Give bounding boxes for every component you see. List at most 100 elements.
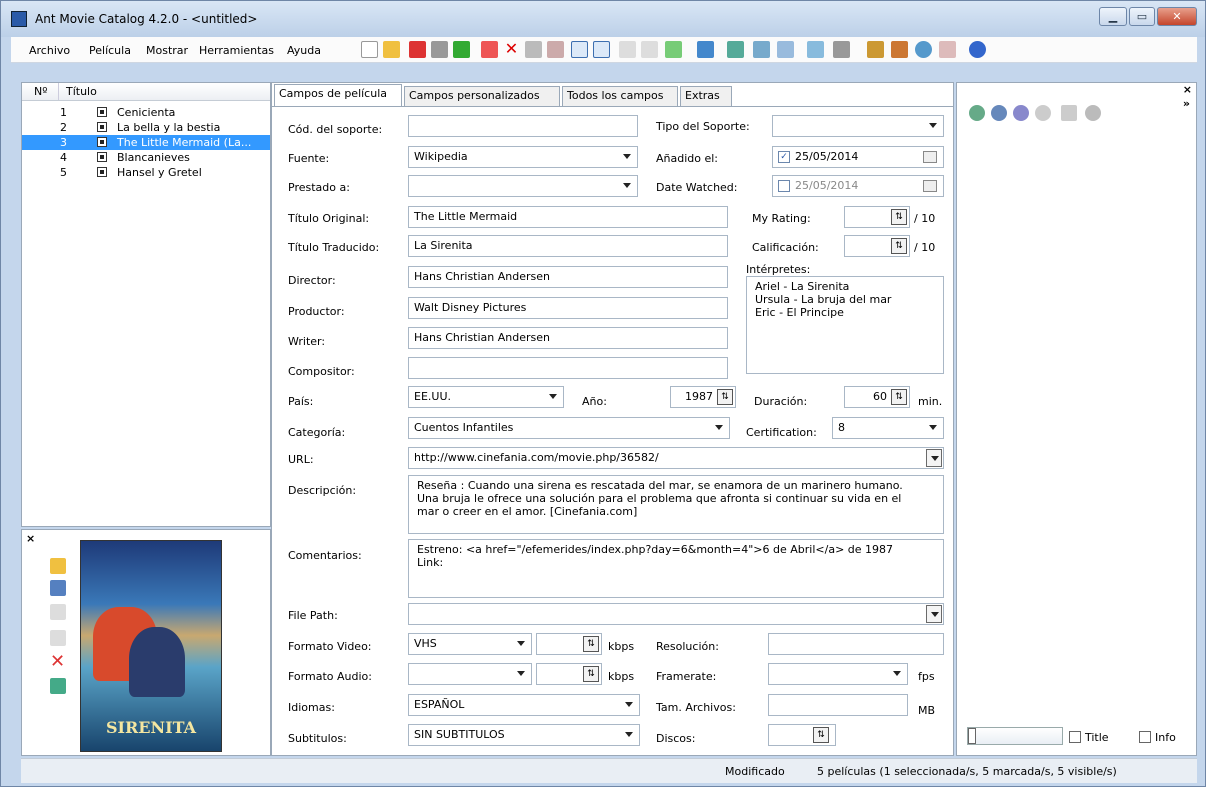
prestado-select[interactable] <box>408 175 638 197</box>
script-icon[interactable] <box>1035 105 1051 121</box>
load-picture-icon[interactable] <box>50 558 66 574</box>
copy-icon[interactable] <box>619 41 636 58</box>
titulo-original-field[interactable]: The Little Mermaid <box>408 206 728 228</box>
delete-picture-icon[interactable]: ✕ <box>50 653 66 671</box>
checkbox-icon[interactable] <box>97 107 107 117</box>
formato-video-select[interactable]: VHS <box>408 633 532 655</box>
find-icon[interactable] <box>525 41 542 58</box>
my-rating-field[interactable]: ⇅ <box>844 206 910 228</box>
copy-picture-icon[interactable] <box>50 604 66 620</box>
spin-icon[interactable]: ⇅ <box>583 666 599 682</box>
discos-field[interactable]: ⇅ <box>768 724 836 746</box>
save-icon[interactable] <box>409 41 426 58</box>
calendar-icon[interactable] <box>923 180 937 192</box>
title-checkbox[interactable] <box>1069 731 1081 743</box>
menu-ayuda[interactable]: Ayuda <box>287 44 321 57</box>
tab-extras[interactable]: Extras <box>680 86 732 106</box>
subtitulos-select[interactable]: SIN SUBTITULOS <box>408 724 640 746</box>
tab-campos-personalizados[interactable]: Campos personalizados <box>404 86 560 106</box>
writer-field[interactable]: Hans Christian Andersen <box>408 327 728 349</box>
search-icon[interactable] <box>547 41 564 58</box>
maximize-button[interactable]: ▭ <box>1129 7 1155 26</box>
slider[interactable] <box>967 727 1063 745</box>
spin-icon[interactable]: ⇅ <box>717 389 733 405</box>
script-icon[interactable] <box>991 105 1007 121</box>
script-icon[interactable] <box>939 41 956 58</box>
checkbox-icon[interactable] <box>97 152 107 162</box>
spin-icon[interactable]: ⇅ <box>891 209 907 225</box>
audio-kbps-field[interactable]: ⇅ <box>536 663 602 685</box>
file-path-field[interactable] <box>408 603 944 625</box>
tab-todos-campos[interactable]: Todos los campos <box>562 86 678 106</box>
resolucion-field[interactable] <box>768 633 944 655</box>
framerate-select[interactable] <box>768 663 908 685</box>
tipo-soporte-select[interactable] <box>772 115 944 137</box>
spin-icon[interactable]: ⇅ <box>891 238 907 254</box>
menu-pelicula[interactable]: Película <box>89 44 131 57</box>
chevron-right-icon[interactable]: » <box>1183 97 1190 110</box>
file-path-dropdown[interactable] <box>926 605 942 623</box>
close-icon[interactable]: × <box>1183 83 1192 96</box>
save-picture-icon[interactable] <box>50 580 66 596</box>
descripcion-field[interactable]: Reseña : Cuando una sirena es rescatada … <box>408 475 944 534</box>
close-button[interactable]: ✕ <box>1157 7 1197 26</box>
director-field[interactable]: Hans Christian Andersen <box>408 266 728 288</box>
titulo-traducido-field[interactable]: La Sirenita <box>408 235 728 257</box>
script-icon[interactable] <box>1013 105 1029 121</box>
url-field[interactable]: http://www.cinefania.com/movie.php/36582… <box>408 447 944 469</box>
comentarios-field[interactable]: Estreno: <a href="/efemerides/index.php?… <box>408 539 944 598</box>
list-item[interactable]: 2 La bella y la bestia <box>22 120 270 135</box>
edit-icon[interactable] <box>867 41 884 58</box>
menu-mostrar[interactable]: Mostrar <box>146 44 188 57</box>
tam-archivos-field[interactable] <box>768 694 908 716</box>
help-icon[interactable] <box>969 41 986 58</box>
list-item[interactable]: 4 Blancanieves <box>22 150 270 165</box>
sort-icon[interactable] <box>697 41 714 58</box>
group-icon[interactable] <box>727 41 744 58</box>
tab-campos-pelicula[interactable]: Campos de película <box>274 84 402 106</box>
paste-picture-icon[interactable] <box>50 630 66 646</box>
col-number[interactable]: Nº <box>34 85 47 98</box>
spin-icon[interactable]: ⇅ <box>891 389 907 405</box>
anadido-date[interactable]: ✓ 25/05/2014 <box>772 146 944 168</box>
close-icon[interactable]: × <box>26 532 35 545</box>
fuente-select[interactable]: Wikipedia <box>408 146 638 168</box>
certification-select[interactable]: 8 <box>832 417 944 439</box>
minimize-button[interactable]: ▁ <box>1099 7 1127 26</box>
picture-info-icon[interactable] <box>50 678 66 694</box>
categoria-select[interactable]: Cuentos Infantiles <box>408 417 730 439</box>
pais-select[interactable]: EE.UU. <box>408 386 564 408</box>
url-dropdown[interactable] <box>926 449 942 467</box>
import-icon[interactable] <box>665 41 682 58</box>
spin-icon[interactable]: ⇅ <box>813 727 829 743</box>
view-pictures-icon[interactable] <box>593 41 610 58</box>
menu-archivo[interactable]: Archivo <box>29 44 70 57</box>
date-watched-date[interactable]: 25/05/2014 <box>772 175 944 197</box>
info-checkbox[interactable] <box>1139 731 1151 743</box>
view-list-icon[interactable] <box>571 41 588 58</box>
col-title[interactable]: Título <box>66 85 97 98</box>
new-icon[interactable] <box>361 41 378 58</box>
delete-icon[interactable]: ✕ <box>503 41 520 58</box>
compositor-field[interactable] <box>408 357 728 379</box>
list-item[interactable]: 3 The Little Mermaid (La... <box>22 135 270 150</box>
date-watched-checkbox[interactable] <box>778 180 790 192</box>
open-icon[interactable] <box>383 41 400 58</box>
users-icon[interactable] <box>891 41 908 58</box>
checkbox-icon[interactable] <box>97 167 107 177</box>
ano-field[interactable]: 1987 ⇅ <box>670 386 736 408</box>
list-item[interactable]: 5 Hansel y Gretel <box>22 165 270 180</box>
add-movie-icon[interactable] <box>481 41 498 58</box>
productor-field[interactable]: Walt Disney Pictures <box>408 297 728 319</box>
calificacion-field[interactable]: ⇅ <box>844 235 910 257</box>
duracion-field[interactable]: 60 ⇅ <box>844 386 910 408</box>
grid-icon[interactable] <box>807 41 824 58</box>
idiomas-select[interactable]: ESPAÑOL <box>408 694 640 716</box>
cod-soporte-field[interactable] <box>408 115 638 137</box>
columns-icon[interactable] <box>833 41 850 58</box>
print-icon[interactable] <box>431 41 448 58</box>
calendar-icon[interactable] <box>923 151 937 163</box>
video-kbps-field[interactable]: ⇅ <box>536 633 602 655</box>
anadido-checkbox[interactable]: ✓ <box>778 151 790 163</box>
statistics-icon[interactable] <box>753 41 770 58</box>
